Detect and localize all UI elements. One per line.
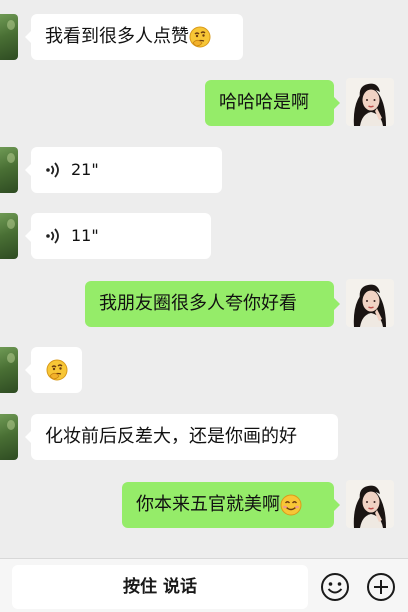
- contact-avatar[interactable]: [0, 213, 18, 259]
- contact-avatar[interactable]: [0, 14, 18, 60]
- message-bubble-outgoing[interactable]: 我朋友圈很多人夸你好看: [85, 281, 340, 327]
- message-row-incoming: 化妆前后反差大，还是你画的好: [0, 414, 408, 460]
- message-text: 你本来五官就美啊: [136, 494, 280, 515]
- input-bar: 按住 说话: [0, 558, 408, 612]
- hold-to-talk-button[interactable]: 按住 说话: [12, 565, 308, 609]
- portrait-icon: [346, 480, 394, 528]
- voice-waves-icon: [45, 162, 59, 178]
- message-text: 哈哈哈是啊: [219, 92, 309, 113]
- message-bubble-incoming[interactable]: 我看到很多人点赞: [25, 14, 243, 60]
- portrait-icon: [346, 279, 394, 327]
- message-text: 化妆前后反差大，还是你画的好: [45, 426, 297, 447]
- my-avatar[interactable]: [346, 480, 394, 528]
- plus-icon[interactable]: [366, 572, 396, 602]
- contact-avatar[interactable]: [0, 347, 18, 393]
- message-row-outgoing: 哈哈哈是啊: [0, 78, 408, 128]
- voice-message-bubble[interactable]: 11": [25, 213, 211, 259]
- contact-avatar[interactable]: [0, 414, 18, 460]
- voice-duration: 11": [71, 226, 99, 245]
- message-row-incoming: 我看到很多人点赞: [0, 14, 408, 60]
- voice-waves-icon: [45, 228, 59, 244]
- my-avatar[interactable]: [346, 78, 394, 126]
- thinking-face-emoji-icon: [45, 359, 68, 381]
- message-bubble-incoming[interactable]: 化妆前后反差大，还是你画的好: [25, 414, 338, 460]
- portrait-icon: [346, 78, 394, 126]
- chat-area[interactable]: 我看到很多人点赞 哈哈哈是啊 21" 11" 我朋友圈很多人夸你好看 化妆前后反…: [0, 0, 408, 558]
- message-row-incoming: [0, 347, 408, 393]
- message-row-incoming: 21": [0, 147, 408, 193]
- voice-duration: 21": [71, 160, 99, 179]
- message-text: 我看到很多人点赞: [45, 26, 189, 47]
- message-row-incoming: 11": [0, 213, 408, 259]
- my-avatar[interactable]: [346, 279, 394, 327]
- message-bubble-outgoing[interactable]: 你本来五官就美啊: [122, 482, 340, 528]
- message-text: 我朋友圈很多人夸你好看: [99, 293, 297, 314]
- emoji-icon[interactable]: [320, 572, 350, 602]
- emoji-message-bubble[interactable]: [25, 347, 82, 393]
- contact-avatar[interactable]: [0, 147, 18, 193]
- thinking-face-emoji-icon: [189, 26, 211, 48]
- message-row-outgoing: 我朋友圈很多人夸你好看: [0, 279, 408, 329]
- voice-message-bubble[interactable]: 21": [25, 147, 222, 193]
- smiling-face-emoji-icon: [280, 494, 302, 516]
- message-row-outgoing: 你本来五官就美啊: [0, 480, 408, 530]
- message-bubble-outgoing[interactable]: 哈哈哈是啊: [205, 80, 340, 126]
